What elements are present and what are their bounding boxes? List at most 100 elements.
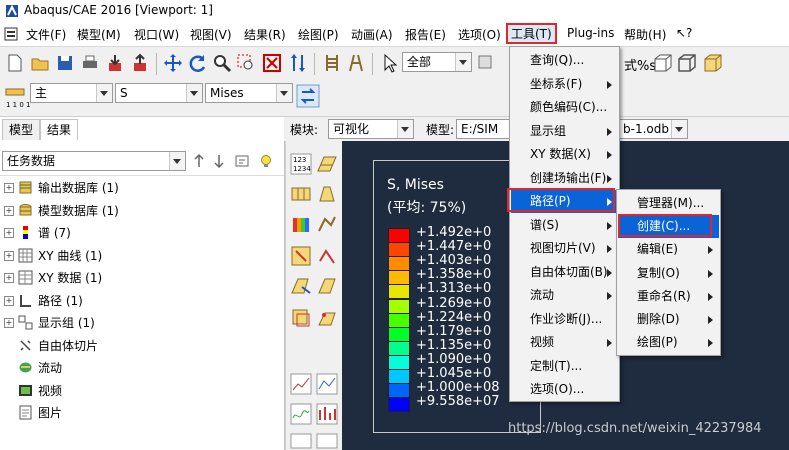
tools-menu-item-11[interactable]: 作业诊断(J)...: [511, 308, 618, 331]
movie-icon[interactable]: [316, 433, 338, 449]
expand-toggle-icon[interactable]: +: [4, 273, 14, 283]
animate-icon[interactable]: [290, 275, 312, 297]
display-options-icon[interactable]: [476, 53, 496, 73]
hidden-cube-icon[interactable]: [652, 52, 674, 74]
path-submenu-item-0[interactable]: 管理器(M)...: [618, 192, 719, 215]
tools-menu-item-14[interactable]: 选项(O)...: [511, 378, 618, 401]
menu-options[interactable]: 选项(O): [458, 26, 501, 43]
tools-menu-item-3[interactable]: 显示组: [511, 120, 618, 143]
filter-combo[interactable]: 任务数据: [2, 151, 186, 171]
model-tree-panel: 模型 结果 任务数据 + 输出数据库 (1) + 模型数据库 (1) + 谱 (7) + XY…: [0, 117, 285, 450]
tools-menu-item-0[interactable]: 查询(Q)...: [511, 49, 618, 72]
module-combo-value: 可视化: [333, 122, 370, 136]
expand-toggle-icon[interactable]: +: [4, 183, 14, 193]
new-file-icon[interactable]: [5, 53, 25, 73]
probe-values-icon[interactable]: 1231234: [290, 153, 312, 175]
tab-results[interactable]: 结果: [40, 119, 79, 140]
pan-icon[interactable]: [163, 53, 183, 73]
menu-help[interactable]: 帮助(H): [624, 26, 666, 43]
zoom-icon[interactable]: [212, 53, 232, 73]
menu-report[interactable]: 报告(E): [405, 26, 446, 43]
move-down-icon[interactable]: [212, 153, 226, 169]
xy-plot-icon[interactable]: [290, 373, 312, 395]
save-icon[interactable]: [55, 53, 75, 73]
expand-toggle-icon[interactable]: +: [4, 228, 14, 238]
allow-multiple-plots-icon[interactable]: [290, 245, 312, 267]
variable-combo[interactable]: S: [115, 83, 203, 103]
select-pointer-icon[interactable]: [380, 53, 400, 73]
tools-menu-item-2[interactable]: 颜色编码(C)...: [511, 96, 618, 119]
tools-menu-item-7[interactable]: 谱(S): [511, 214, 618, 237]
feature-edges-icon[interactable]: [346, 53, 366, 73]
menu-animate[interactable]: 动画(A): [351, 26, 393, 43]
render-style-combo[interactable]: 全部: [402, 52, 472, 72]
refresh-arrows-icon[interactable]: [296, 84, 320, 108]
tools-menu-item-9[interactable]: 自由体切面(B): [511, 261, 618, 284]
tools-menu-item-8[interactable]: 视图切片(V): [511, 237, 618, 260]
odb-combo[interactable]: b-1.odb: [618, 119, 688, 139]
path-submenu-item-5[interactable]: 删除(D): [618, 308, 719, 331]
overlay-plot-icon[interactable]: [290, 307, 312, 329]
expand-toggle-icon[interactable]: +: [4, 295, 14, 306]
tab-model[interactable]: 模型: [2, 119, 41, 140]
print-icon[interactable]: [80, 53, 100, 73]
material-orientation-icon[interactable]: [316, 245, 338, 267]
plot-stack-icon[interactable]: [316, 403, 338, 425]
menu-plot[interactable]: 绘图(P): [298, 26, 339, 43]
tools-menu-item-5[interactable]: 创建场输出(F): [511, 167, 618, 190]
import-icon[interactable]: [105, 53, 125, 73]
move-up-icon[interactable]: [192, 153, 206, 169]
tools-menu-item-10[interactable]: 流动: [511, 284, 618, 307]
report-xy-icon[interactable]: [290, 403, 312, 425]
auto-fit-icon[interactable]: [262, 53, 282, 73]
menu-view[interactable]: 视图(V): [190, 26, 232, 43]
cycle-view-icon[interactable]: [288, 53, 308, 73]
menu-item-label: 定制(T)...: [530, 358, 583, 373]
path-plot-icon[interactable]: [290, 433, 312, 449]
tree-options-icon[interactable]: [234, 153, 250, 169]
model-combo[interactable]: E:/SIM: [456, 119, 516, 139]
export-icon[interactable]: [130, 53, 150, 73]
mesh-edges-icon[interactable]: [322, 53, 342, 73]
box-zoom-icon[interactable]: [236, 53, 256, 73]
component-combo[interactable]: Mises: [205, 83, 293, 103]
path-submenu-item-4[interactable]: 重命名(R): [618, 285, 719, 308]
shaded-cube-icon[interactable]: [702, 52, 724, 74]
wireframe-cube-icon[interactable]: [676, 52, 698, 74]
system-menu-icon[interactable]: [4, 27, 18, 41]
field-output-icon[interactable]: [316, 307, 338, 329]
rotate-icon[interactable]: [188, 53, 208, 73]
tools-menu-item-13[interactable]: 定制(T)...: [511, 355, 618, 378]
tools-menu-item-4[interactable]: XY 数据(X): [511, 143, 618, 166]
expand-toggle-icon[interactable]: +: [4, 205, 14, 216]
step-frame-icon[interactable]: 1 1 0 1 0: [4, 86, 30, 110]
tools-menu-item-12[interactable]: 视频: [511, 331, 618, 354]
menu-context-help[interactable]: ↖?: [676, 26, 692, 40]
path-submenu-item-3[interactable]: 复制(O): [618, 262, 719, 285]
menu-plugins[interactable]: Plug-ins: [567, 26, 614, 40]
contour-plot-icon[interactable]: [316, 153, 338, 175]
open-folder-icon[interactable]: [30, 53, 50, 73]
menu-bar: 文件(F) 模型(M) 视口(W) 视图(V) 结果(R) 绘图(P) 动画(A…: [0, 22, 789, 47]
menu-tools[interactable]: 工具(T): [506, 23, 557, 44]
view-cut-icon[interactable]: [316, 275, 338, 297]
path-submenu-item-2[interactable]: 编辑(E): [618, 238, 719, 261]
undeformed-icon[interactable]: [290, 183, 312, 205]
tree-item-label: 模型数据库 (1): [38, 203, 119, 218]
tools-menu-item-1[interactable]: 坐标系(F): [511, 73, 618, 96]
menu-file[interactable]: 文件(F): [26, 26, 66, 43]
menu-result[interactable]: 结果(R): [244, 26, 286, 43]
lightbulb-icon[interactable]: [258, 153, 274, 169]
deformed-icon[interactable]: [316, 183, 338, 205]
expand-toggle-icon[interactable]: +: [4, 250, 14, 261]
menu-viewport[interactable]: 视口(W): [134, 26, 179, 43]
xy-data-manager-icon[interactable]: [316, 373, 338, 395]
contour-deformed-icon[interactable]: [290, 213, 312, 235]
legend-value-label: +9.558e+07: [416, 394, 500, 410]
menu-model[interactable]: 模型(M): [77, 26, 121, 43]
expand-toggle-icon[interactable]: +: [4, 318, 14, 328]
module-combo[interactable]: 可视化: [328, 119, 414, 139]
symbol-plot-icon[interactable]: [316, 213, 338, 235]
step-combo[interactable]: 主: [30, 83, 113, 103]
path-submenu-item-6[interactable]: 绘图(P): [618, 331, 719, 354]
